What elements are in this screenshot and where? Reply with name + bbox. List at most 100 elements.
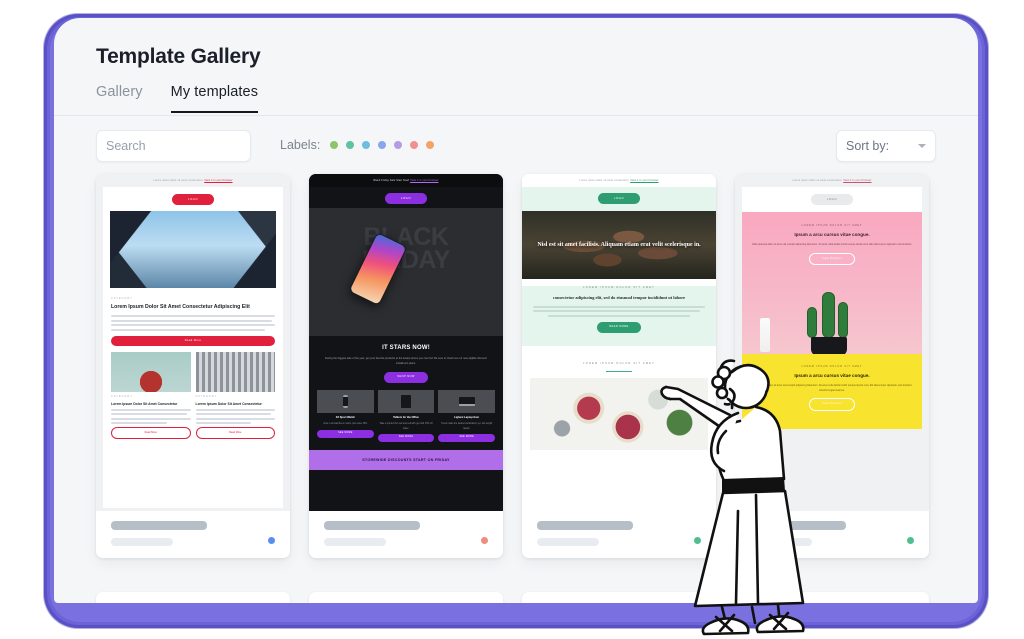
body-text: During the biggest sale of the year, get… — [325, 357, 487, 366]
label-dot-teal[interactable] — [346, 141, 355, 149]
hero-heading: Nisl est sit amet facilisis. Aliquam eti… — [537, 242, 701, 249]
template-card-corporate-red[interactable]: Lorem ipsum dolor sit amet consectetur. … — [96, 174, 290, 558]
preheader-text: Lorem ipsum dolor sit amet consectetur. — [153, 179, 204, 182]
card-label-dot[interactable] — [907, 537, 914, 544]
product-cta[interactable]: SEE MORE — [317, 429, 374, 439]
preheader-link[interactable]: View it in your browser — [630, 179, 658, 182]
card-title-placeholder — [111, 521, 207, 530]
cactus-plant-image — [800, 290, 858, 355]
view-product-button-2[interactable]: View Product — [809, 398, 855, 411]
card-title-placeholder — [324, 521, 420, 530]
logo-badge: LOGO — [598, 193, 640, 205]
logo-badge: LOGO — [811, 194, 853, 206]
tab-bar: Gallery My templates — [96, 84, 259, 113]
category-label: LOREM IPSUM DOLOR SIT AMET — [583, 286, 655, 290]
hero-image-food-pan: Nisl est sit amet facilisis. Aliquam eti… — [522, 211, 716, 280]
card-label-dot[interactable] — [268, 537, 275, 544]
card-subtitle-placeholder — [537, 538, 599, 546]
preheader-link[interactable]: View it in your browser — [204, 179, 232, 182]
column-category: CATEGORY — [195, 395, 218, 399]
email-template-food: Lorem ipsum dolor sit amet consectetur. … — [522, 174, 716, 511]
template-card-cactus-product[interactable]: Lorem ipsum dolor sit amet consectetur. … — [735, 174, 929, 558]
label-dot-green[interactable] — [330, 141, 339, 149]
product-image — [317, 389, 374, 413]
hero-section-pink: LOREM IPSUM DOLOR SIT AMET Ipsum a arcu … — [742, 212, 922, 355]
card-subtitle-placeholder — [750, 538, 812, 546]
logo-badge: LOGO — [385, 193, 427, 205]
hero-black-friday: BLACK FRIDAY — [309, 208, 503, 337]
label-dot-orange[interactable] — [426, 141, 435, 149]
category-label: CATEGORY — [111, 297, 133, 301]
tab-my-templates[interactable]: My templates — [170, 84, 259, 113]
template-preview: Lorem ipsum dolor sit amet consectetur. … — [522, 174, 716, 511]
column-image-red-bottle — [111, 352, 191, 393]
labels-label: Labels: — [280, 138, 321, 152]
label-dot-purple[interactable] — [394, 141, 403, 149]
plant-pot — [811, 337, 847, 355]
body-text: Nulla pharetra diam sit amet nisl suscip… — [752, 243, 912, 247]
section-yellow: LOREM IPSUM DOLOR SIT AMET Ipsum a arcu … — [742, 354, 922, 429]
label-dot-blue[interactable] — [378, 141, 387, 149]
column-cta[interactable]: Read More — [195, 427, 275, 439]
laptop-icon — [458, 396, 475, 406]
template-grid: Lorem ipsum dolor sit amet consectetur. … — [54, 174, 978, 603]
headline: IT STARS NOW! — [382, 345, 430, 352]
hero-image-berry-pies — [530, 378, 708, 451]
read-more-button[interactable]: Read More — [111, 335, 275, 347]
preheader: Lorem ipsum dolor sit amet consectetur. … — [522, 174, 716, 187]
tab-gallery[interactable]: Gallery — [96, 84, 143, 113]
product-desc: Now in all watches in stock, plus save 3… — [323, 423, 368, 426]
headline: Ipsum a arcu cursus vitae congue. — [794, 232, 870, 238]
product-cta[interactable]: SEE MORE — [438, 433, 496, 443]
search-input[interactable] — [106, 139, 267, 153]
chevron-down-icon — [918, 144, 926, 148]
footer-banner: STOREWIDE DISCOUNTS START ON FRIDAY — [309, 450, 503, 471]
preheader-link[interactable]: View it in your browser — [410, 179, 438, 182]
preheader-link[interactable]: View it in your browser — [843, 179, 871, 182]
product-tablet[interactable]: Tablets for the Office Take a product fo… — [377, 389, 435, 443]
column-category: CATEGORY — [111, 395, 133, 399]
product-title: Lighest Laptop Ever — [454, 415, 480, 419]
tablet-icon — [401, 394, 411, 408]
headline: Lorem Ipsum Dolor Sit Amet Consectetur A… — [111, 304, 250, 311]
product-watch[interactable]: X3 Sport Watch Now in all watches in sto… — [317, 389, 374, 442]
shop-now-button[interactable]: SHOP NOW — [384, 372, 428, 383]
label-dot-sky[interactable] — [362, 141, 371, 149]
product-desc: Trend made the fastest workstation yet, … — [441, 423, 493, 430]
divider-rule — [606, 370, 632, 373]
email-template-cactus: Lorem ipsum dolor sit amet consectetur. … — [735, 174, 929, 511]
template-card-row2-c[interactable] — [522, 592, 716, 603]
template-card-food-recipe[interactable]: Lorem ipsum dolor sit amet consectetur. … — [522, 174, 716, 558]
content-block: CATEGORY Lorem Ipsum Dolor Sit Amet Cons… — [103, 288, 283, 448]
card-footer — [735, 511, 929, 558]
column-image-building — [195, 352, 275, 393]
template-card-row2-d[interactable] — [735, 592, 929, 603]
card-label-dot[interactable] — [481, 537, 488, 544]
template-preview: Lorem ipsum dolor sit amet consectetur. … — [735, 174, 929, 511]
template-card-row2-b[interactable] — [309, 592, 503, 603]
sort-by-dropdown[interactable]: Sort by: — [836, 130, 936, 162]
card-footer — [309, 511, 503, 558]
read-more-button[interactable]: READ MORE — [597, 321, 641, 333]
preheader-text: Lorem ipsum dolor sit amet consectetur. — [792, 179, 843, 182]
product-laptop[interactable]: Lighest Laptop Ever Trend made the faste… — [438, 389, 496, 443]
product-title: X3 Sport Watch — [335, 415, 355, 419]
template-grid-row-2 — [54, 592, 978, 603]
view-product-button[interactable]: View Product — [809, 252, 855, 266]
template-preview: Black Friday Sale Start Now! View it in … — [309, 174, 503, 511]
template-preview: Lorem ipsum dolor sit amet consectetur. … — [96, 174, 290, 511]
card-subtitle-placeholder — [111, 538, 173, 546]
label-dot-pink[interactable] — [410, 141, 419, 149]
template-card-black-friday[interactable]: Black Friday Sale Start Now! View it in … — [309, 174, 503, 558]
preheader: Black Friday Sale Start Now! View it in … — [309, 174, 503, 188]
card-label-dot[interactable] — [694, 537, 701, 544]
article-block: LOREM IPSUM DOLOR SIT AMET consectetur a… — [522, 286, 716, 346]
headline: consectetur adipiscing elit, sed do eius… — [552, 294, 686, 300]
template-card-row2-a[interactable] — [96, 592, 290, 603]
search-box[interactable] — [96, 130, 267, 162]
product-image — [438, 389, 496, 413]
column-cta[interactable]: Read More — [111, 427, 191, 439]
email-template-black-friday: Black Friday Sale Start Now! View it in … — [309, 174, 503, 511]
product-row: X3 Sport Watch Now in all watches in sto… — [309, 389, 503, 443]
product-cta[interactable]: SEE MORE — [377, 433, 435, 443]
